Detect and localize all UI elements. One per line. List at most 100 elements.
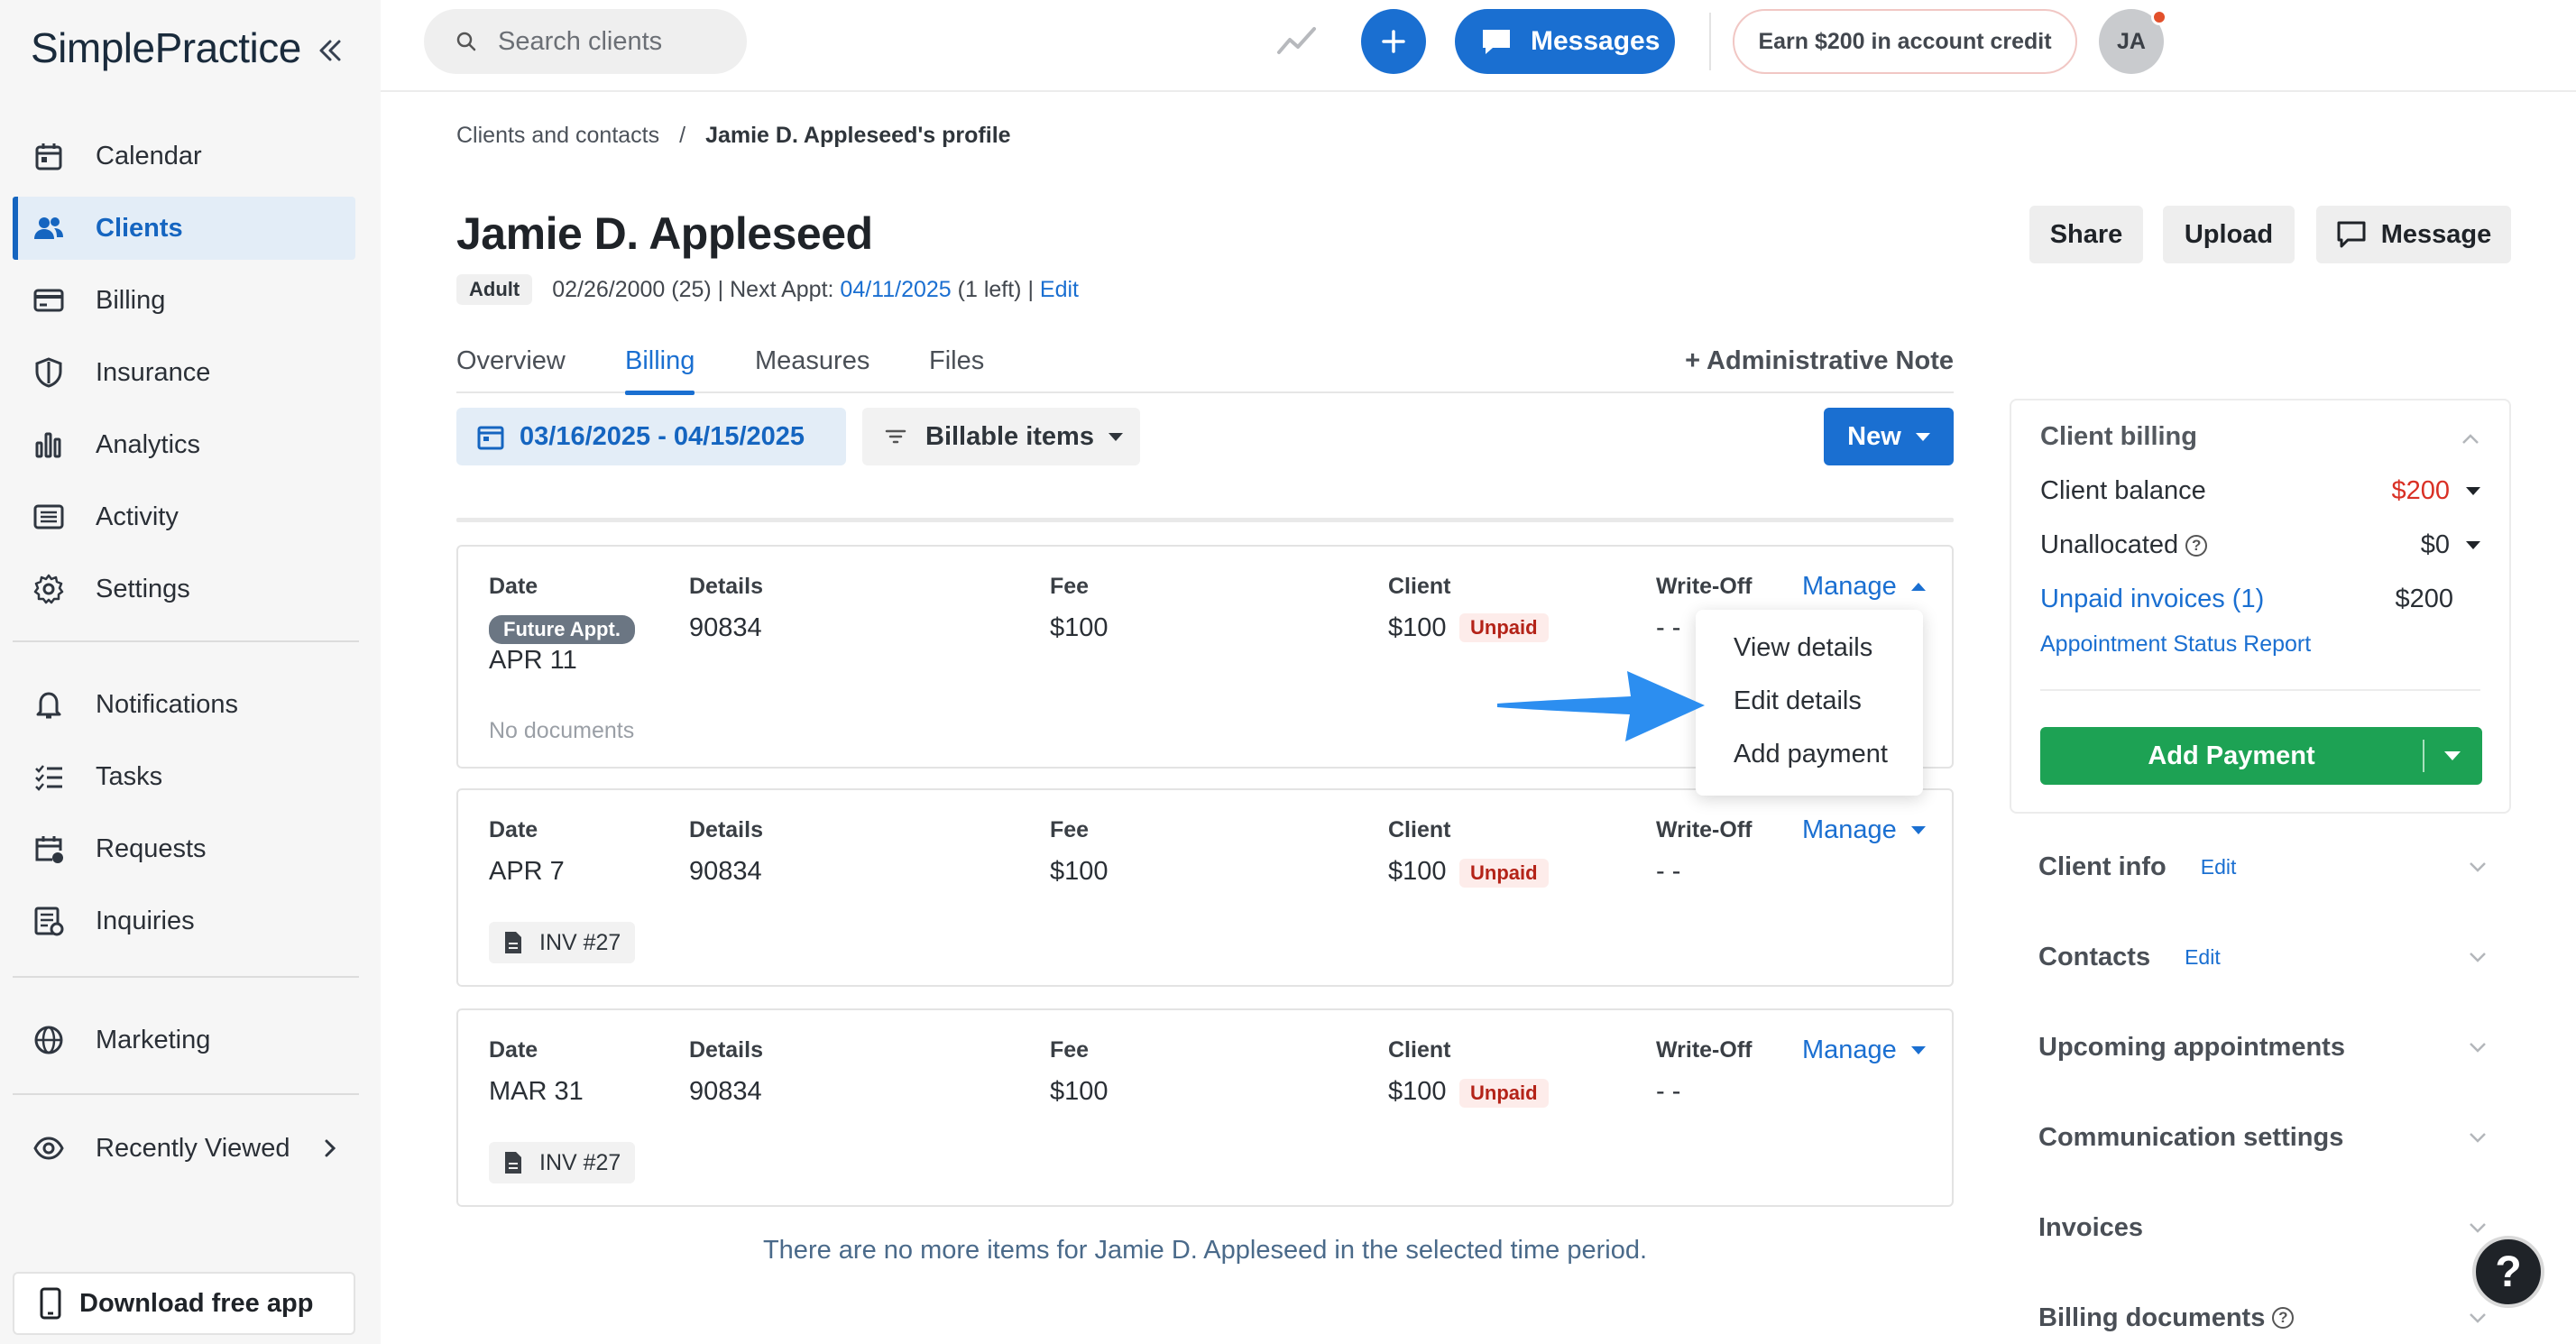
contacts-edit-link[interactable]: Edit: [2185, 945, 2221, 970]
sidebar-item-insurance[interactable]: Insurance: [13, 341, 355, 404]
tab-measures[interactable]: Measures: [755, 346, 869, 393]
menu-item-edit-details[interactable]: Edit details: [1734, 686, 1862, 716]
tab-files[interactable]: Files: [929, 346, 984, 393]
tab-billing[interactable]: Billing: [625, 346, 695, 395]
item-fee: $100: [1050, 857, 1109, 886]
col-writeoff-label: Write-Off: [1656, 817, 1753, 842]
sidebar-item-recently-viewed[interactable]: Recently Viewed: [13, 1117, 355, 1180]
billing-divider: [2040, 689, 2480, 691]
bell-icon: [32, 688, 65, 721]
unpaid-invoices-row: Unpaid invoices (1) $200: [2040, 585, 2480, 614]
create-new-button[interactable]: [1361, 9, 1426, 74]
section-client-info[interactable]: Client info Edit: [2038, 844, 2489, 889]
sidebar-item-tasks[interactable]: Tasks: [13, 745, 355, 808]
unallocated-label: Unallocated: [2040, 530, 2179, 559]
download-app-button[interactable]: Download free app: [13, 1272, 355, 1335]
share-button[interactable]: Share: [2029, 206, 2143, 263]
section-communication-settings[interactable]: Communication settings: [2038, 1115, 2489, 1160]
no-documents-text: No documents: [489, 718, 635, 743]
messages-button[interactable]: Messages: [1455, 9, 1675, 74]
section-contacts[interactable]: Contacts Edit: [2038, 934, 2489, 980]
phone-icon: [36, 1287, 65, 1320]
unpaid-invoices-link[interactable]: Unpaid invoices (1): [2040, 585, 2264, 614]
manage-dropdown[interactable]: Manage: [1802, 572, 1926, 602]
calendar-plus-icon: [32, 833, 65, 865]
sidebar-item-billing[interactable]: Billing: [13, 269, 355, 332]
trend-icon[interactable]: [1276, 23, 1318, 58]
logo[interactable]: SimplePractice: [31, 23, 301, 72]
section-label: Billing documents: [2038, 1303, 2266, 1332]
sidebar-item-activity[interactable]: Activity: [13, 485, 355, 548]
next-appt-link[interactable]: 04/11/2025: [840, 277, 951, 303]
client-billing-card: Client billing Client balance $200 Unall…: [2010, 399, 2511, 814]
appts-left: (1 left) |: [957, 276, 1034, 302]
help-icon[interactable]: ?: [2185, 534, 2208, 557]
administrative-note-button[interactable]: + Administrative Note: [1685, 346, 1954, 376]
future-appt-badge: Future Appt.: [489, 615, 635, 644]
client-billing-title: Client billing: [2040, 422, 2197, 451]
button-split-divider: [2423, 740, 2424, 772]
status-badge: Unpaid: [1459, 859, 1549, 888]
date-range-picker[interactable]: 03/16/2025 - 04/15/2025: [456, 408, 846, 465]
sidebar-item-label: Tasks: [96, 761, 163, 791]
section-upcoming-appointments[interactable]: Upcoming appointments: [2038, 1025, 2489, 1070]
invoice-chip[interactable]: INV #27: [489, 1142, 636, 1183]
appointment-status-report-link[interactable]: Appointment Status Report: [2040, 631, 2311, 658]
invoice-label: INV #27: [539, 929, 621, 955]
col-client-label: Client: [1388, 817, 1451, 842]
section-label: Invoices: [2038, 1212, 2144, 1242]
section-label: Contacts: [2038, 942, 2151, 971]
item-client-amount: $100: [1388, 1077, 1447, 1106]
add-payment-button[interactable]: Add Payment: [2040, 727, 2482, 785]
sidebar-item-analytics[interactable]: Analytics: [13, 413, 355, 476]
section-billing-documents[interactable]: Billing documents ?: [2038, 1295, 2489, 1340]
manage-label: Manage: [1802, 815, 1897, 844]
upload-button[interactable]: Upload: [2163, 206, 2295, 263]
sidebar-item-clients[interactable]: Clients: [13, 197, 355, 260]
manage-dropdown[interactable]: Manage: [1802, 815, 1926, 845]
client-balance-value: $200: [2391, 476, 2450, 505]
search-box[interactable]: [424, 9, 747, 74]
sidebar-item-notifications[interactable]: Notifications: [13, 673, 355, 736]
inquiry-icon: [32, 905, 65, 937]
sidebar-item-settings[interactable]: Settings: [13, 557, 355, 621]
item-writeoff: - -: [1656, 613, 1681, 642]
chevron-right-icon: [317, 1136, 343, 1161]
help-button[interactable]: ?: [2472, 1236, 2544, 1308]
menu-item-view-details[interactable]: View details: [1734, 633, 1872, 663]
menu-item-add-payment[interactable]: Add payment: [1734, 740, 1888, 769]
filter-icon: [884, 425, 907, 448]
credit-card-icon: [32, 284, 65, 317]
tab-overview[interactable]: Overview: [456, 346, 566, 393]
new-button[interactable]: New: [1824, 408, 1954, 465]
breadcrumb-parent[interactable]: Clients and contacts: [456, 123, 659, 148]
sidebar-item-calendar[interactable]: Calendar: [13, 124, 355, 188]
col-fee-label: Fee: [1050, 574, 1090, 599]
sidebar-item-label: Requests: [96, 833, 207, 863]
chevron-down-icon: [2466, 945, 2489, 969]
chevron-down-icon[interactable]: [2444, 751, 2461, 760]
billable-items-filter[interactable]: Billable items: [862, 408, 1140, 465]
unallocated-dropdown[interactable]: $0: [2421, 530, 2480, 560]
chevron-up-icon[interactable]: [2459, 428, 2482, 451]
item-date: MAR 31: [489, 1077, 584, 1106]
message-label: Message: [2380, 219, 2492, 249]
sidebar-item-requests[interactable]: Requests: [13, 817, 355, 880]
sidebar-item-marketing[interactable]: Marketing: [13, 1008, 355, 1072]
chevron-down-icon: [1910, 1046, 1926, 1054]
edit-client-link[interactable]: Edit: [1040, 277, 1079, 303]
sidebar-item-label: Marketing: [96, 1025, 211, 1054]
message-button[interactable]: Message: [2316, 206, 2511, 263]
section-label: Client info: [2038, 852, 2167, 881]
eye-icon: [32, 1132, 65, 1164]
sidebar-item-inquiries[interactable]: Inquiries: [13, 889, 355, 953]
search-input[interactable]: [498, 26, 732, 57]
invoice-chip[interactable]: INV #27: [489, 922, 636, 963]
help-icon[interactable]: ?: [2272, 1307, 2295, 1329]
collapse-sidebar-icon[interactable]: [312, 32, 348, 69]
earn-credit-button[interactable]: Earn $200 in account credit: [1733, 9, 2077, 74]
section-invoices[interactable]: Invoices: [2038, 1205, 2489, 1250]
client-balance-dropdown[interactable]: $200: [2391, 476, 2480, 506]
client-info-edit-link[interactable]: Edit: [2201, 855, 2237, 879]
manage-dropdown[interactable]: Manage: [1802, 1036, 1926, 1065]
